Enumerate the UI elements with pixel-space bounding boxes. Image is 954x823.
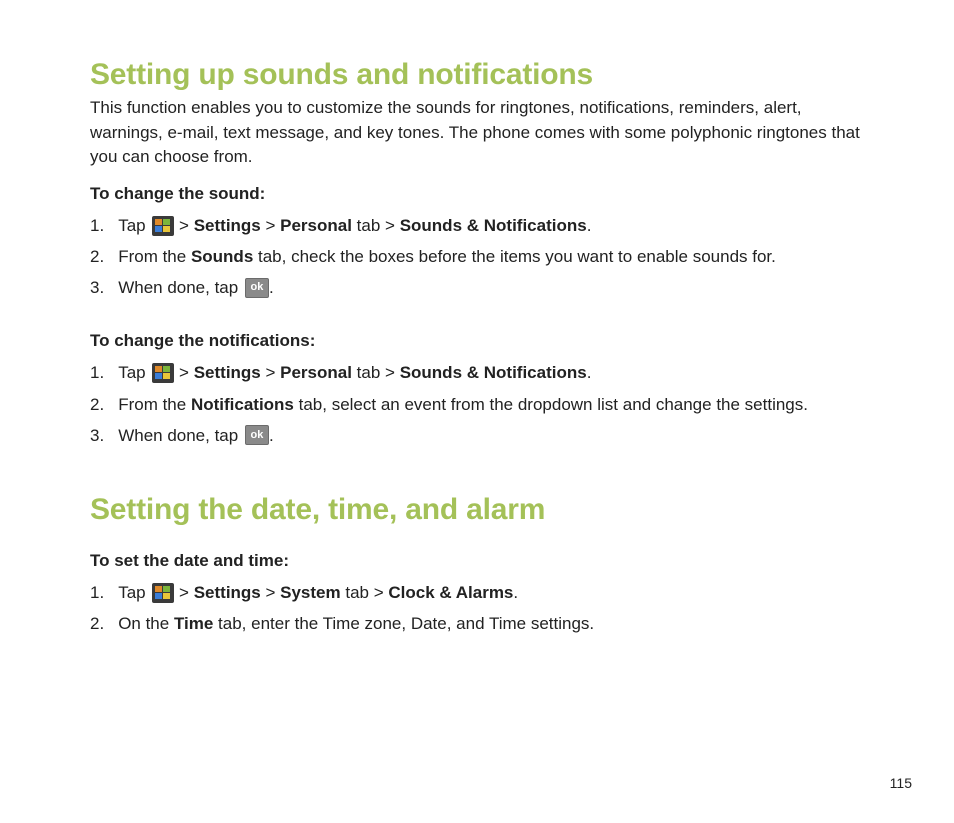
- text-segment: tab, enter the Time zone, Date, and Time…: [213, 610, 594, 637]
- breadcrumb-sounds-notifications: Sounds & Notifications: [400, 359, 587, 386]
- text-period: .: [269, 422, 274, 449]
- page-number: 115: [890, 775, 912, 791]
- text-segment: tab, check the boxes before the items yo…: [253, 243, 776, 270]
- breadcrumb-personal: Personal: [280, 212, 352, 239]
- subheading-set-date-time: To set the date and time:: [90, 551, 869, 571]
- ok-icon: ok: [245, 425, 269, 445]
- steps-change-notifications: 1. Tap > Settings > Personal tab >: [90, 357, 869, 451]
- text-segment: When done, tap: [118, 422, 243, 449]
- text-period: .: [269, 274, 274, 301]
- breadcrumb-clock-alarms: Clock & Alarms: [388, 579, 513, 606]
- breadcrumb-settings: Settings: [194, 359, 261, 386]
- step-number: 2.: [90, 243, 104, 270]
- text-tab: tab >: [341, 579, 389, 606]
- text-segment: From the: [118, 243, 191, 270]
- text-tap: Tap: [118, 359, 150, 386]
- tab-notifications: Notifications: [191, 391, 294, 418]
- text-segment: On the: [118, 610, 174, 637]
- separator: >: [261, 359, 280, 386]
- subheading-change-sound: To change the sound:: [90, 184, 869, 204]
- windows-start-icon: [152, 216, 174, 236]
- breadcrumb-settings: Settings: [194, 212, 261, 239]
- text-tab: tab >: [352, 212, 400, 239]
- steps-set-date-time: 1. Tap > Settings > System tab >: [90, 577, 869, 639]
- step-number: 1.: [90, 212, 104, 239]
- list-item: 3. When done, tap ok .: [90, 272, 869, 303]
- step-content: On the Time tab, enter the Time zone, Da…: [118, 610, 594, 637]
- breadcrumb-settings: Settings: [194, 579, 261, 606]
- intro-paragraph: This function enables you to customize t…: [90, 96, 869, 170]
- step-content: When done, tap ok .: [118, 274, 274, 301]
- step-content: When done, tap ok .: [118, 422, 274, 449]
- step-number: 1.: [90, 359, 104, 386]
- list-item: 3. When done, tap ok .: [90, 420, 869, 451]
- tab-time: Time: [174, 610, 213, 637]
- subheading-change-notifications: To change the notifications:: [90, 331, 869, 351]
- separator: >: [174, 212, 193, 239]
- step-content: Tap > Settings > Personal tab > Sounds &: [118, 359, 591, 386]
- separator: >: [174, 359, 193, 386]
- list-item: 1. Tap > Settings > Personal tab >: [90, 357, 869, 388]
- manual-page: Setting up sounds and notifications This…: [0, 0, 954, 683]
- step-number: 2.: [90, 391, 104, 418]
- step-number: 1.: [90, 579, 104, 606]
- list-item: 2. On the Time tab, enter the Time zone,…: [90, 608, 869, 639]
- step-number: 3.: [90, 274, 104, 301]
- step-number: 3.: [90, 422, 104, 449]
- step-content: Tap > Settings > Personal tab > Sounds &: [118, 212, 591, 239]
- separator: >: [174, 579, 193, 606]
- separator: >: [261, 212, 280, 239]
- heading-date-time-alarm: Setting the date, time, and alarm: [90, 493, 869, 527]
- list-item: 1. Tap > Settings > Personal tab >: [90, 210, 869, 241]
- text-segment: From the: [118, 391, 191, 418]
- list-item: 2. From the Sounds tab, check the boxes …: [90, 241, 869, 272]
- breadcrumb-sounds-notifications: Sounds & Notifications: [400, 212, 587, 239]
- step-content: Tap > Settings > System tab > Clock & Al: [118, 579, 518, 606]
- windows-start-icon: [152, 583, 174, 603]
- tab-sounds: Sounds: [191, 243, 253, 270]
- windows-start-icon: [152, 363, 174, 383]
- heading-sounds-notifications: Setting up sounds and notifications: [90, 58, 869, 92]
- list-item: 1. Tap > Settings > System tab >: [90, 577, 869, 608]
- step-number: 2.: [90, 610, 104, 637]
- text-tap: Tap: [118, 579, 150, 606]
- text-period: .: [587, 212, 592, 239]
- text-tap: Tap: [118, 212, 150, 239]
- ok-icon: ok: [245, 278, 269, 298]
- steps-change-sound: 1. Tap > Settings > Personal tab >: [90, 210, 869, 304]
- text-period: .: [587, 359, 592, 386]
- step-content: From the Sounds tab, check the boxes bef…: [118, 243, 776, 270]
- text-segment: tab, select an event from the dropdown l…: [294, 391, 808, 418]
- step-content: From the Notifications tab, select an ev…: [118, 391, 808, 418]
- list-item: 2. From the Notifications tab, select an…: [90, 389, 869, 420]
- separator: >: [261, 579, 280, 606]
- text-period: .: [513, 579, 518, 606]
- text-tab: tab >: [352, 359, 400, 386]
- text-segment: When done, tap: [118, 274, 243, 301]
- breadcrumb-system: System: [280, 579, 340, 606]
- breadcrumb-personal: Personal: [280, 359, 352, 386]
